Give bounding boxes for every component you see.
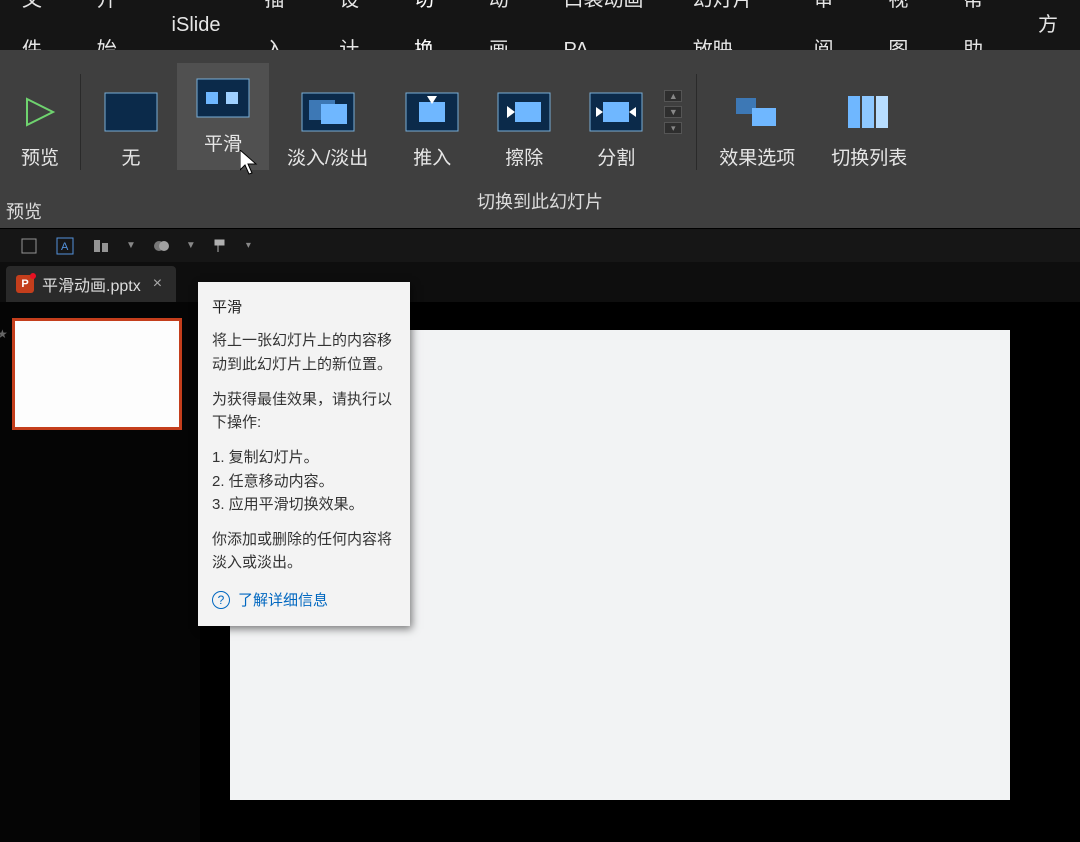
dropdown-icon[interactable]: ▼ <box>126 240 136 251</box>
effect-options-button[interactable]: 效果选项 <box>701 91 813 170</box>
tab-islide[interactable]: iSlide <box>150 0 243 50</box>
transition-morph[interactable]: 平滑 <box>177 63 269 170</box>
ribbon-group-caption: 切换到此幻灯片 <box>0 180 1080 228</box>
tooltip-title: 平滑 <box>212 296 396 319</box>
tooltip-description: 将上一张幻灯片上的内容移动到此幻灯片上的新位置。 <box>212 329 396 376</box>
preview-label: 预览 <box>21 143 59 170</box>
preview-side-label: 预览 <box>6 198 42 224</box>
transition-label: 淡入/淡出 <box>287 143 368 170</box>
workspace <box>0 302 1080 842</box>
transition-wipe[interactable]: 擦除 <box>478 91 570 170</box>
gallery-scroll[interactable]: ▲ ▼ ▾ <box>662 90 692 170</box>
none-icon <box>103 91 159 133</box>
quick-access-toolbar: A ▼ ▼ ▾ <box>0 228 1080 262</box>
format-painter-icon[interactable] <box>210 235 232 257</box>
tooltip-learn-more-link[interactable]: ? 了解详细信息 <box>212 589 396 612</box>
transition-label: 平滑 <box>204 129 242 156</box>
ribbon-transitions: 预览 无 平滑 淡入/淡出 推入 擦除 分割 <box>0 50 1080 180</box>
transition-none[interactable]: 无 <box>85 91 177 170</box>
menu-bar: 文件 开始 iSlide 插入 设计 切换 动画 口袋动画 PA 幻灯片放映 审… <box>0 0 1080 50</box>
tooltip-instructions-intro: 为获得最佳效果，请执行以下操作: <box>212 388 396 435</box>
help-icon: ? <box>212 591 230 609</box>
tab-overflow[interactable]: 方 <box>1016 0 1080 50</box>
tooltip-step-2: 2. 任意移动内容。 <box>212 470 396 493</box>
play-icon <box>12 91 68 133</box>
morph-tooltip: 平滑 将上一张幻灯片上的内容移动到此幻灯片上的新位置。 为获得最佳效果，请执行以… <box>198 282 410 626</box>
dropdown-icon[interactable]: ▼ <box>186 240 196 251</box>
transition-list-button[interactable]: 切换列表 <box>813 91 925 170</box>
transition-fade[interactable]: 淡入/淡出 <box>269 91 386 170</box>
slide-thumbnail-1[interactable] <box>12 318 182 430</box>
qat-overflow-icon[interactable]: ▾ <box>246 240 251 251</box>
svg-text:A: A <box>61 241 69 253</box>
transition-label: 推入 <box>413 143 451 170</box>
transition-label: 无 <box>121 143 140 170</box>
tooltip-step-3: 3. 应用平滑切换效果。 <box>212 493 396 516</box>
transition-label: 分割 <box>597 143 635 170</box>
recolor-icon[interactable] <box>150 235 172 257</box>
push-icon <box>404 91 460 133</box>
transition-list-label: 切换列表 <box>831 143 907 170</box>
separator <box>80 74 81 170</box>
fade-icon <box>300 91 356 133</box>
effect-options-icon <box>729 91 785 133</box>
align-icon[interactable] <box>90 235 112 257</box>
crop-icon[interactable] <box>18 235 40 257</box>
scroll-up-icon[interactable]: ▲ <box>664 90 682 102</box>
transition-label: 擦除 <box>505 143 543 170</box>
slide-thumbnail-panel <box>0 302 200 842</box>
powerpoint-icon: P <box>16 275 34 293</box>
separator <box>696 74 697 170</box>
scroll-down-icon[interactable]: ▼ <box>664 106 682 118</box>
learn-more-label: 了解详细信息 <box>238 589 328 612</box>
transition-push[interactable]: 推入 <box>386 91 478 170</box>
document-tab[interactable]: P 平滑动画.pptx × <box>6 266 176 302</box>
split-icon <box>588 91 644 133</box>
effect-options-label: 效果选项 <box>719 143 795 170</box>
transition-split[interactable]: 分割 <box>570 91 662 170</box>
tooltip-step-1: 1. 复制幻灯片。 <box>212 446 396 469</box>
transition-list-icon <box>841 91 897 133</box>
gallery-expand-icon[interactable]: ▾ <box>664 122 682 134</box>
preview-button[interactable]: 预览 <box>0 91 76 170</box>
wipe-icon <box>496 91 552 133</box>
textbox-icon[interactable]: A <box>54 235 76 257</box>
document-filename: 平滑动画.pptx <box>42 272 141 296</box>
document-tab-bar: P 平滑动画.pptx × <box>0 262 1080 302</box>
close-tab-icon[interactable]: × <box>153 275 162 293</box>
morph-icon <box>195 77 251 119</box>
tooltip-note: 你添加或删除的任何内容将淡入或淡出。 <box>212 528 396 575</box>
